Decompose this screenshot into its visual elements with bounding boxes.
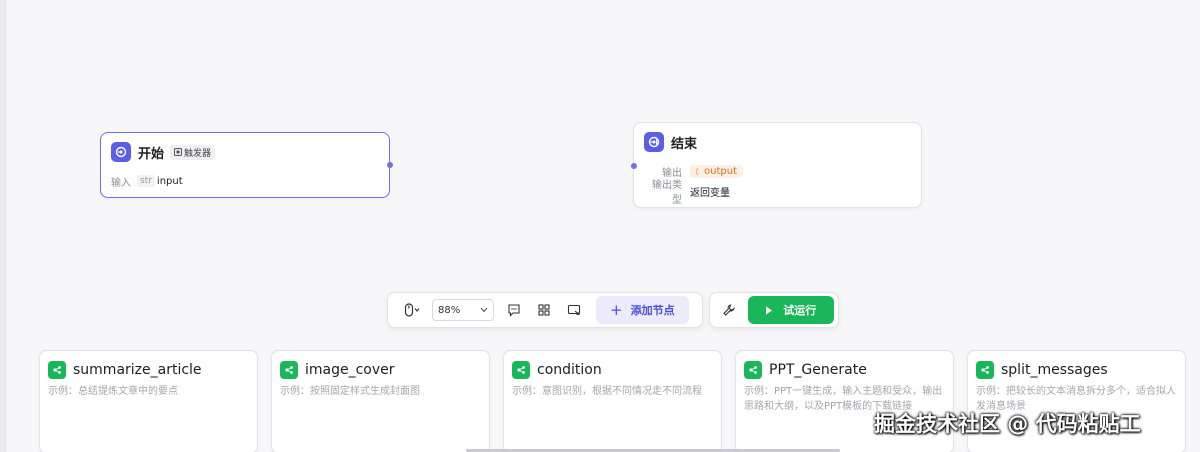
output-var-tag: output xyxy=(690,164,743,178)
output-var-name: output xyxy=(704,165,737,177)
card-header: image_cover xyxy=(280,360,481,380)
comment-icon[interactable] xyxy=(502,298,526,322)
card-title: PPT_Generate xyxy=(769,362,867,378)
mouse-mode-icon[interactable] xyxy=(398,298,426,322)
start-node-output-port[interactable] xyxy=(387,162,393,168)
start-node[interactable]: 开始 触发器 输入 str input xyxy=(100,132,390,198)
add-node-label: 添加节点 xyxy=(630,304,675,317)
end-node-input-port[interactable] xyxy=(631,163,637,169)
minimap-icon[interactable] xyxy=(562,298,586,322)
play-icon xyxy=(766,306,773,314)
output-type-label: 输出类型 xyxy=(652,180,682,206)
card-header: condition xyxy=(512,360,713,380)
end-node-title: 结束 xyxy=(671,136,698,152)
card-desc: 示例：总结提炼文章中的要点 xyxy=(48,386,178,397)
input-label: 输入 xyxy=(111,177,131,189)
card-header: PPT_Generate xyxy=(744,360,945,380)
card-title: summarize_article xyxy=(73,362,202,378)
plugin-card[interactable]: condition 示例：意图识别，根据不同情况走不同流程 xyxy=(503,350,722,452)
input-type-tag: str xyxy=(137,175,155,187)
canvas-left-edge xyxy=(0,0,6,452)
plugin-card[interactable]: summarize_article 示例：总结提炼文章中的要点 xyxy=(39,350,258,452)
card-header: summarize_article xyxy=(48,360,249,380)
trigger-label: 触发器 xyxy=(184,148,212,159)
input-var-name: input xyxy=(156,175,183,187)
wrench-icon[interactable] xyxy=(716,298,742,322)
run-toolbar: 试运行 xyxy=(709,292,839,328)
variable-icon xyxy=(696,167,699,175)
watermark: 掘金技术社区 @ 代码粘贴工 xyxy=(874,412,1141,436)
end-node[interactable]: 结束 输出 output 输出类型 返回变量 xyxy=(633,122,922,208)
start-node-title: 开始 xyxy=(138,146,165,162)
card-title: image_cover xyxy=(305,362,395,378)
start-node-icon xyxy=(111,142,131,162)
zoom-select[interactable]: 88% xyxy=(432,299,494,321)
layout-grid-icon[interactable] xyxy=(532,298,556,322)
card-desc: 示例：按照固定样式生成封面图 xyxy=(280,386,420,397)
plugin-icon xyxy=(976,361,994,379)
plugin-icon xyxy=(744,361,762,379)
card-title: condition xyxy=(537,362,602,378)
start-node-header: 开始 触发器 xyxy=(101,133,389,171)
plugin-icon xyxy=(48,361,66,379)
end-node-header: 结束 xyxy=(634,123,921,161)
card-header: split_messages xyxy=(976,360,1177,380)
start-input-row: 输入 str input xyxy=(101,171,389,191)
output-type-value: 返回变量 xyxy=(690,187,730,199)
trigger-icon xyxy=(174,148,183,156)
add-node-button[interactable]: + 添加节点 xyxy=(596,296,689,324)
chevron-down-icon xyxy=(480,307,488,313)
run-test-label: 试运行 xyxy=(783,304,817,317)
plugin-icon xyxy=(512,361,530,379)
end-output-type-row: 输出类型 返回变量 xyxy=(634,180,921,206)
plugin-card[interactable]: image_cover 示例：按照固定样式生成封面图 xyxy=(271,350,490,452)
zoom-value: 88% xyxy=(438,304,461,316)
card-title: split_messages xyxy=(1001,362,1108,378)
end-node-icon xyxy=(644,132,664,152)
plugin-icon xyxy=(280,361,298,379)
run-test-button[interactable]: 试运行 xyxy=(747,296,834,324)
plus-icon: + xyxy=(610,301,623,319)
canvas-toolbar: 88% + 添加节点 xyxy=(387,292,703,328)
card-desc: 示例：意图识别，根据不同情况走不同流程 xyxy=(512,386,702,397)
trigger-badge[interactable]: 触发器 xyxy=(170,144,216,160)
